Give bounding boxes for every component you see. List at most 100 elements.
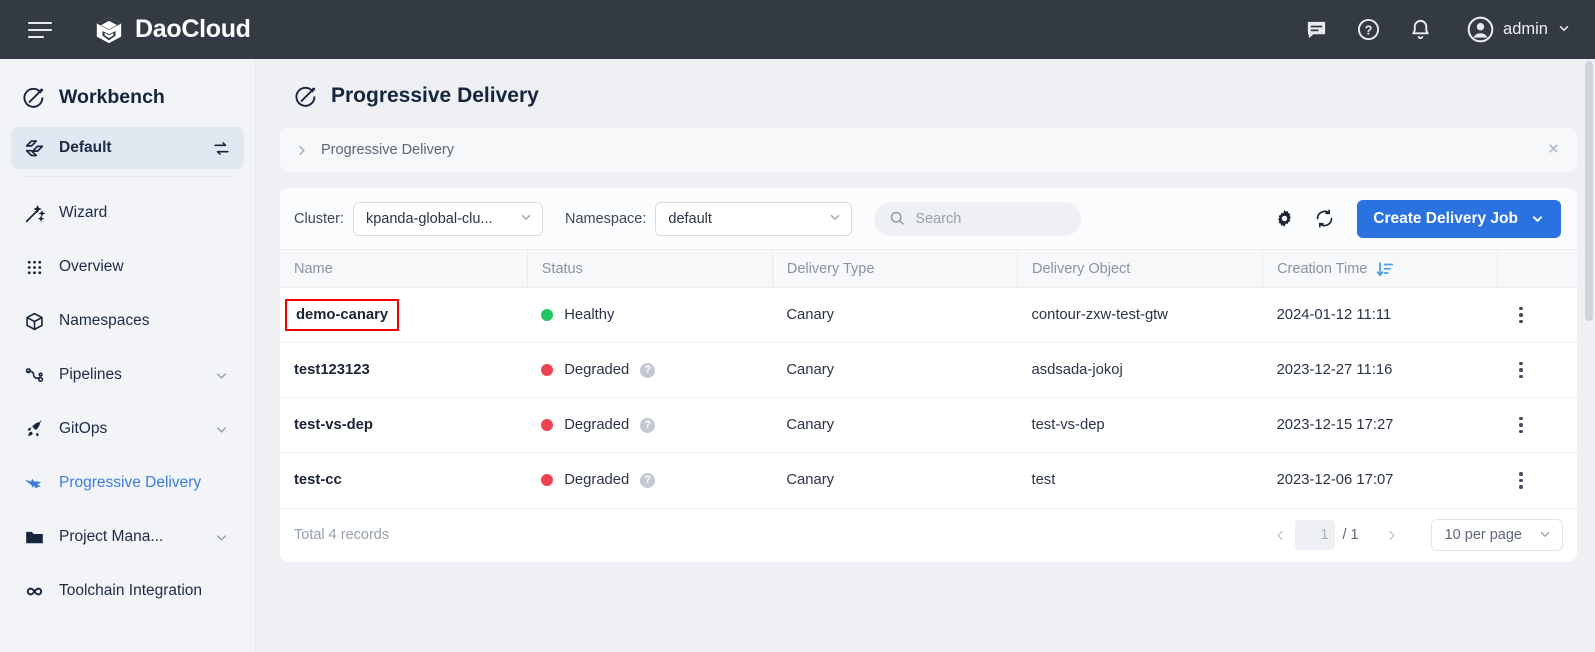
- sidebar-item-label: Namespaces: [59, 312, 233, 330]
- cell-delivery-object: test: [1017, 453, 1262, 508]
- breadcrumb-item[interactable]: Progressive Delivery: [321, 142, 454, 158]
- kebab-menu-icon[interactable]: [1511, 362, 1531, 379]
- status-dot-degraded: [541, 419, 553, 431]
- chevron-left-icon[interactable]: [1265, 520, 1295, 550]
- column-label: Delivery Object: [1032, 261, 1130, 277]
- sidebar-item-namespaces[interactable]: Namespaces: [11, 300, 244, 342]
- create-delivery-job-button[interactable]: Create Delivery Job: [1357, 200, 1561, 238]
- chevron-right-icon[interactable]: [294, 143, 309, 158]
- chevron-right-icon[interactable]: [1377, 520, 1407, 550]
- sidebar-item-overview[interactable]: Overview: [11, 246, 244, 288]
- cell-delivery-type: Canary: [772, 288, 1017, 343]
- per-page-select[interactable]: 10 per page: [1431, 519, 1563, 551]
- page-scrollbar[interactable]: [1582, 59, 1595, 652]
- delivery-object-value: asdsada-jokoj: [1031, 362, 1122, 378]
- sidebar-item-progressive-delivery[interactable]: Progressive Delivery: [11, 462, 244, 504]
- chevron-down-icon: [1530, 211, 1545, 226]
- row-name-link[interactable]: demo-canary: [285, 299, 399, 331]
- kebab-menu-icon[interactable]: [1511, 417, 1531, 434]
- close-icon[interactable]: [1546, 141, 1561, 159]
- table-row[interactable]: test-vs-dep Degraded ? Canary test-vs-de…: [280, 398, 1577, 453]
- cube-icon: [22, 309, 46, 333]
- table-row[interactable]: test-cc Degraded ? Canary test 2023-12-: [280, 453, 1577, 508]
- per-page-value: 10 per page: [1445, 527, 1522, 543]
- sidebar-item-pipelines[interactable]: Pipelines: [11, 354, 244, 396]
- column-header-delivery-object[interactable]: Delivery Object: [1017, 250, 1262, 288]
- menu-icon[interactable]: [28, 17, 54, 43]
- page-number-input[interactable]: 1: [1295, 520, 1335, 550]
- help-icon[interactable]: ?: [640, 363, 655, 378]
- pipeline-icon: [22, 363, 46, 387]
- workbench-icon: [22, 85, 46, 109]
- infinity-icon: [22, 579, 46, 603]
- cell-delivery-type: Canary: [772, 398, 1017, 453]
- column-header-name[interactable]: Name: [280, 250, 527, 288]
- cell-actions: [1497, 398, 1577, 453]
- sidebar-divider: [22, 176, 233, 177]
- cell-status: Degraded ?: [527, 453, 772, 508]
- column-header-creation-time[interactable]: Creation Time: [1263, 250, 1497, 288]
- row-name-link[interactable]: test-vs-dep: [294, 417, 373, 433]
- sidebar-spacer: [11, 558, 244, 570]
- sidebar-item-wizard[interactable]: Wizard: [11, 192, 244, 234]
- chevron-down-icon: [1557, 21, 1571, 38]
- brand-logo[interactable]: DaoCloud: [94, 15, 251, 45]
- sidebar-item-label: Wizard: [59, 204, 233, 222]
- top-navigation-bar: DaoCloud ? admin: [0, 0, 1595, 59]
- cell-creation-time: 2023-12-06 17:07: [1263, 453, 1497, 508]
- kebab-menu-icon[interactable]: [1511, 307, 1531, 324]
- cell-name: test123123: [280, 343, 527, 398]
- bird-icon: [22, 471, 46, 495]
- sidebar-item-project-management[interactable]: Project Mana...: [11, 516, 244, 558]
- daocloud-logo-icon: [94, 15, 124, 45]
- refresh-icon[interactable]: [1311, 206, 1337, 232]
- avatar-icon: [1467, 16, 1494, 43]
- chevron-down-icon[interactable]: [209, 417, 233, 441]
- table-row[interactable]: demo-canary Healthy Canary contour-zxw-t…: [280, 288, 1577, 343]
- cell-delivery-type: Canary: [772, 453, 1017, 508]
- chevron-down-icon: [1538, 527, 1552, 544]
- search-input[interactable]: Search: [874, 202, 1080, 236]
- cell-actions: [1497, 288, 1577, 343]
- cell-creation-time: 2023-12-27 11:16: [1263, 343, 1497, 398]
- creation-time-value: 2023-12-15 17:27: [1277, 417, 1394, 433]
- rocket-icon: [22, 417, 46, 441]
- status-label: Healthy: [564, 307, 614, 323]
- column-header-status[interactable]: Status: [527, 250, 772, 288]
- brand-name: DaoCloud: [135, 15, 251, 44]
- namespace-label: Namespace:: [565, 211, 646, 227]
- sidebar-item-gitops[interactable]: GitOps: [11, 408, 244, 450]
- cell-status: Healthy: [527, 288, 772, 343]
- chevron-down-icon[interactable]: [209, 525, 233, 549]
- creation-time-value: 2023-12-06 17:07: [1277, 472, 1394, 488]
- sort-descending-icon[interactable]: [1376, 260, 1394, 278]
- message-icon[interactable]: [1303, 17, 1329, 43]
- help-icon[interactable]: ?: [640, 418, 655, 433]
- column-header-delivery-type[interactable]: Delivery Type: [772, 250, 1017, 288]
- gear-icon[interactable]: [1271, 206, 1297, 232]
- sidebar-spacer: [11, 180, 244, 192]
- chevron-down-icon[interactable]: [209, 363, 233, 387]
- sidebar-item-toolchain-integration[interactable]: Toolchain Integration: [11, 570, 244, 612]
- user-menu[interactable]: admin: [1467, 16, 1571, 43]
- help-icon[interactable]: ?: [1355, 17, 1381, 43]
- column-label: Delivery Type: [787, 261, 875, 277]
- cell-actions: [1497, 343, 1577, 398]
- sidebar-item-default-workspace[interactable]: Default: [11, 127, 244, 169]
- delivery-object-value: test: [1031, 472, 1055, 488]
- namespace-select[interactable]: default: [655, 202, 852, 236]
- row-name-link[interactable]: test-cc: [294, 472, 342, 488]
- table-row[interactable]: test123123 Degraded ? Canary asdsada-jok…: [280, 343, 1577, 398]
- cluster-select-value: kpanda-global-clu...: [366, 211, 511, 227]
- folder-icon: [22, 525, 46, 549]
- scrollbar-thumb[interactable]: [1585, 61, 1593, 321]
- cell-status: Degraded ?: [527, 343, 772, 398]
- bell-icon[interactable]: [1407, 17, 1433, 43]
- row-name-link[interactable]: test123123: [294, 362, 370, 378]
- cluster-select[interactable]: kpanda-global-clu...: [353, 202, 543, 236]
- help-icon[interactable]: ?: [640, 473, 655, 488]
- kebab-menu-icon[interactable]: [1511, 472, 1531, 489]
- switch-icon[interactable]: [209, 136, 233, 160]
- status-label: Degraded: [564, 472, 629, 488]
- sidebar-item-label: Project Mana...: [59, 528, 196, 546]
